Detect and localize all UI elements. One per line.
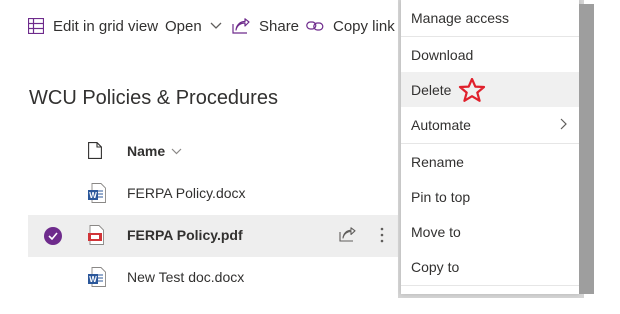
pdf-document-icon [88, 225, 104, 245]
open-button[interactable]: Open [165, 14, 222, 38]
menu-item-delete[interactable]: Delete [401, 72, 579, 107]
share-label: Share [259, 17, 300, 35]
more-options-icon[interactable] [380, 226, 384, 244]
share-icon [232, 18, 250, 34]
menu-scrollbar[interactable] [579, 4, 594, 294]
word-document-icon: W [88, 267, 106, 287]
menu-item-automate[interactable]: Automate [401, 107, 579, 142]
menu-item-pin-to-top[interactable]: Pin to top [401, 179, 579, 214]
table-row[interactable]: W New Test doc.docx [28, 257, 400, 299]
menu-item-label: Copy to [411, 258, 460, 275]
share-icon[interactable] [339, 227, 356, 242]
menu-item-rename[interactable]: Rename [401, 144, 579, 179]
menu-item-label: Pin to top [411, 188, 471, 205]
file-type-icon[interactable] [88, 142, 102, 159]
share-button[interactable]: Share [232, 14, 299, 38]
star-icon [459, 77, 486, 102]
menu-item-label: Automate [411, 116, 471, 133]
svg-text:W: W [89, 275, 97, 284]
word-document-icon: W [88, 183, 106, 203]
table-row[interactable]: W FERPA Policy.docx [28, 173, 400, 215]
link-icon [306, 21, 324, 31]
table-row[interactable]: FERPA Policy.pdf [28, 215, 400, 257]
file-name[interactable]: FERPA Policy.docx [127, 185, 246, 201]
context-menu: Manage access Download Delete Automate R… [401, 0, 579, 294]
menu-item-label: Move to [411, 223, 461, 240]
grid-icon [28, 18, 44, 34]
menu-item-download[interactable]: Download [401, 37, 579, 72]
menu-item-move-to[interactable]: Move to [401, 214, 579, 249]
svg-text:W: W [89, 191, 97, 200]
name-column-header[interactable]: Name [127, 143, 182, 159]
chevron-right-icon [560, 118, 567, 130]
file-name[interactable]: FERPA Policy.pdf [127, 227, 243, 243]
chevron-down-icon [210, 22, 222, 29]
menu-item-label: Manage access [411, 9, 510, 26]
menu-item-label: Delete [411, 81, 452, 98]
edit-in-grid-view-button[interactable]: Edit in grid view [28, 14, 158, 38]
chevron-down-icon [171, 148, 182, 154]
copy-link-button[interactable]: Copy link [306, 14, 395, 38]
name-column-label: Name [127, 143, 166, 159]
file-name[interactable]: New Test doc.docx [127, 269, 244, 285]
menu-item-copy-to[interactable]: Copy to [401, 249, 579, 284]
page-title: WCU Policies & Procedures [29, 87, 278, 109]
copy-link-label: Copy link [333, 17, 395, 35]
menu-item-label: Rename [411, 153, 464, 170]
edit-in-grid-view-label: Edit in grid view [53, 17, 159, 35]
menu-divider [401, 285, 579, 286]
menu-item-label: Download [411, 46, 474, 63]
open-label: Open [165, 17, 202, 35]
command-bar: Edit in grid view Open Share Copy link [0, 0, 400, 52]
selected-check-icon[interactable] [44, 227, 62, 245]
menu-item-manage-access[interactable]: Manage access [401, 0, 579, 35]
